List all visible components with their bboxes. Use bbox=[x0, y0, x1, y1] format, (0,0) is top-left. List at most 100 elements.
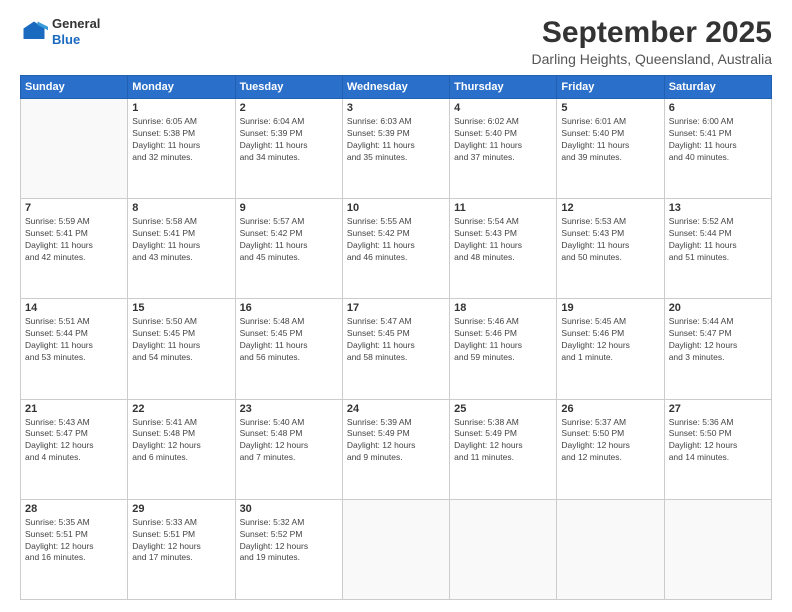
day-number: 19 bbox=[561, 302, 659, 314]
header: General Blue September 2025 Darling Heig… bbox=[20, 16, 772, 67]
daylight-and-text: and 6 minutes. bbox=[132, 452, 188, 462]
daylight-and-text: and 19 minutes. bbox=[240, 552, 300, 562]
daylight-and-text: and 34 minutes. bbox=[240, 152, 300, 162]
sunset-text: Sunset: 5:41 PM bbox=[132, 228, 195, 238]
daylight-text: Daylight: 12 hours bbox=[240, 440, 309, 450]
day-number: 26 bbox=[561, 403, 659, 415]
sunrise-text: Sunrise: 5:33 AM bbox=[132, 517, 197, 527]
sunset-text: Sunset: 5:51 PM bbox=[25, 529, 88, 539]
day-info: Sunrise: 6:00 AMSunset: 5:41 PMDaylight:… bbox=[669, 116, 767, 164]
daylight-and-text: and 1 minute. bbox=[561, 352, 613, 362]
daylight-and-text: and 45 minutes. bbox=[240, 252, 300, 262]
day-info: Sunrise: 5:58 AM Sunset: 5:41 PM Daylight:… bbox=[132, 216, 230, 264]
sunrise-text: Sunrise: 5:36 AM bbox=[669, 417, 734, 427]
sunset-text: Sunset: 5:49 PM bbox=[347, 428, 410, 438]
table-row: 10Sunrise: 5:55 AMSunset: 5:42 PMDayligh… bbox=[342, 199, 449, 299]
daylight-text: Daylight: 12 hours bbox=[561, 340, 630, 350]
day-info: Sunrise: 5:53 AMSunset: 5:43 PMDaylight:… bbox=[561, 216, 659, 264]
table-row: 20Sunrise: 5:44 AMSunset: 5:47 PMDayligh… bbox=[664, 299, 771, 399]
sunset-text: Sunset: 5:48 PM bbox=[240, 428, 303, 438]
sunrise-text: Sunrise: 5:38 AM bbox=[454, 417, 519, 427]
sunset-text: Sunset: 5:42 PM bbox=[347, 228, 410, 238]
sunset-text: Sunset: 5:38 PM bbox=[132, 128, 195, 138]
table-row: 11Sunrise: 5:54 AMSunset: 5:43 PMDayligh… bbox=[450, 199, 557, 299]
day-number: 6 bbox=[669, 102, 767, 114]
daylight-and-text: and 3 minutes. bbox=[669, 352, 725, 362]
daylight-text: Daylight: 11 hours bbox=[240, 140, 308, 150]
daylight-text: Daylight: 12 hours bbox=[561, 440, 630, 450]
daylight-text: Daylight: 11 hours bbox=[347, 340, 415, 350]
day-number: 15 bbox=[132, 302, 230, 314]
day-number: 13 bbox=[669, 202, 767, 214]
day-info: Sunrise: 5:51 AMSunset: 5:44 PMDaylight:… bbox=[25, 316, 123, 364]
daylight-text: Daylight: 11 hours bbox=[25, 340, 93, 350]
col-wednesday: Wednesday bbox=[342, 76, 449, 99]
day-number: 3 bbox=[347, 102, 445, 114]
sunrise-text: Sunrise: 5:48 AM bbox=[240, 316, 305, 326]
day-number: 29 bbox=[132, 503, 230, 515]
daylight-text: Daylight: 11 hours bbox=[132, 340, 200, 350]
daylight-text: Daylight: 11 hours bbox=[454, 240, 522, 250]
sunset-text: Sunset: 5:52 PM bbox=[240, 529, 303, 539]
table-row: 8 Sunrise: 5:58 AM Sunset: 5:41 PM Daylight… bbox=[128, 199, 235, 299]
table-row: 6 Sunrise: 6:00 AMSunset: 5:41 PMDaylight… bbox=[664, 99, 771, 199]
table-row: 18Sunrise: 5:46 AMSunset: 5:46 PMDayligh… bbox=[450, 299, 557, 399]
day-number: 23 bbox=[240, 403, 338, 415]
sunset-text: Sunset: 5:47 PM bbox=[25, 428, 88, 438]
daylight-and-text: and 59 minutes. bbox=[454, 352, 514, 362]
calendar-header-row: Sunday Monday Tuesday Wednesday Thursday… bbox=[21, 76, 772, 99]
table-row: 30Sunrise: 5:32 AMSunset: 5:52 PMDayligh… bbox=[235, 499, 342, 599]
daylight-text: Daylight: 11 hours bbox=[240, 240, 308, 250]
sunrise-text: Sunrise: 6:02 AM bbox=[454, 116, 519, 126]
sunrise-text: Sunrise: 5:58 AM bbox=[132, 216, 197, 226]
table-row: 17Sunrise: 5:47 AMSunset: 5:45 PMDayligh… bbox=[342, 299, 449, 399]
daylight-and-text: and 32 minutes. bbox=[132, 152, 192, 162]
sunset-text: Sunset: 5:51 PM bbox=[132, 529, 195, 539]
sunset-text: Sunset: 5:45 PM bbox=[132, 328, 195, 338]
logo: General Blue bbox=[20, 16, 100, 47]
day-number: 10 bbox=[347, 202, 445, 214]
day-number: 12 bbox=[561, 202, 659, 214]
daylight-and-text: and 56 minutes. bbox=[240, 352, 300, 362]
sunset-text: Sunset: 5:44 PM bbox=[669, 228, 732, 238]
table-row bbox=[342, 499, 449, 599]
daylight-text: Daylight: 12 hours bbox=[25, 541, 94, 551]
logo-general: General bbox=[52, 16, 100, 31]
page: General Blue September 2025 Darling Heig… bbox=[0, 0, 792, 612]
daylight-text: Daylight: 11 hours bbox=[561, 140, 629, 150]
day-info: Sunrise: 5:52 AMSunset: 5:44 PMDaylight:… bbox=[669, 216, 767, 264]
col-sunday: Sunday bbox=[21, 76, 128, 99]
sunrise-text: Sunrise: 5:57 AM bbox=[240, 216, 305, 226]
day-info: Sunrise: 5:35 AMSunset: 5:51 PMDaylight:… bbox=[25, 517, 123, 565]
day-info: Sunrise: 6:05 AMSunset: 5:38 PMDaylight:… bbox=[132, 116, 230, 164]
daylight-text: Daylight: 11 hours bbox=[132, 240, 200, 250]
daylight-text: Daylight: 11 hours bbox=[347, 240, 415, 250]
day-info: Sunrise: 5:45 AMSunset: 5:46 PMDaylight:… bbox=[561, 316, 659, 364]
day-info: Sunrise: 5:37 AMSunset: 5:50 PMDaylight:… bbox=[561, 417, 659, 465]
day-info: Sunrise: 5:57 AM Sunset: 5:42 PM Daylight:… bbox=[240, 216, 338, 264]
day-info: Sunrise: 5:43 AMSunset: 5:47 PMDaylight:… bbox=[25, 417, 123, 465]
day-info: Sunrise: 5:39 AMSunset: 5:49 PMDaylight:… bbox=[347, 417, 445, 465]
table-row: 28Sunrise: 5:35 AMSunset: 5:51 PMDayligh… bbox=[21, 499, 128, 599]
day-info: Sunrise: 6:01 AMSunset: 5:40 PMDaylight:… bbox=[561, 116, 659, 164]
sunrise-text: Sunrise: 6:05 AM bbox=[132, 116, 197, 126]
sunrise-text: Sunrise: 5:59 AM bbox=[25, 216, 90, 226]
sunset-text: Sunset: 5:42 PM bbox=[240, 228, 303, 238]
col-tuesday: Tuesday bbox=[235, 76, 342, 99]
table-row bbox=[557, 499, 664, 599]
daylight-and-text: and 35 minutes. bbox=[347, 152, 407, 162]
table-row bbox=[450, 499, 557, 599]
sunset-text: Sunset: 5:49 PM bbox=[454, 428, 517, 438]
sunrise-text: Sunrise: 5:46 AM bbox=[454, 316, 519, 326]
day-number: 27 bbox=[669, 403, 767, 415]
table-row: 29Sunrise: 5:33 AMSunset: 5:51 PMDayligh… bbox=[128, 499, 235, 599]
daylight-and-text: and 9 minutes. bbox=[347, 452, 403, 462]
table-row: 12 Sunrise: 5:53 AMSunset: 5:43 PMDayligh… bbox=[557, 199, 664, 299]
table-row: 1Sunrise: 6:05 AMSunset: 5:38 PMDaylight… bbox=[128, 99, 235, 199]
daylight-text: Daylight: 12 hours bbox=[347, 440, 416, 450]
sunrise-text: Sunrise: 5:52 AM bbox=[669, 216, 734, 226]
day-info: Sunrise: 5:54 AMSunset: 5:43 PMDaylight:… bbox=[454, 216, 552, 264]
day-info: Sunrise: 5:38 AMSunset: 5:49 PMDaylight:… bbox=[454, 417, 552, 465]
day-info: Sunrise: 5:40 AMSunset: 5:48 PMDaylight:… bbox=[240, 417, 338, 465]
day-number: 8 bbox=[132, 202, 230, 214]
